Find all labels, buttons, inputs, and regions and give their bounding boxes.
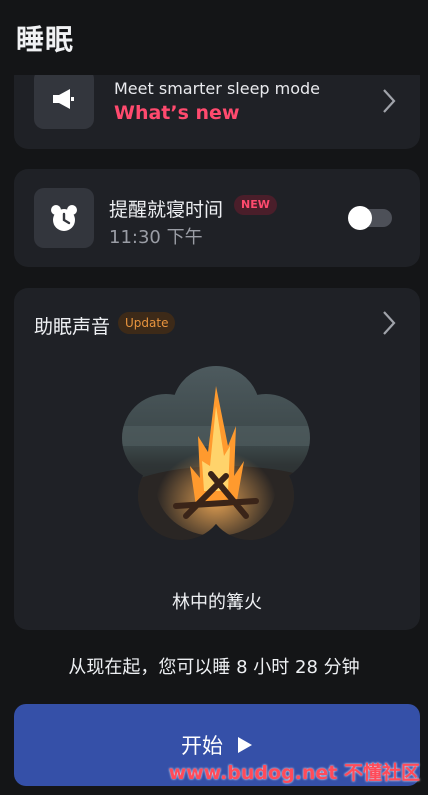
reminder-time: 11:30 下午 (109, 227, 203, 248)
reminder-toggle[interactable] (348, 206, 392, 230)
sleep-sound-card[interactable]: 助眠声音 Update 林中的篝火 (14, 288, 420, 630)
update-badge: Update (118, 312, 176, 334)
bedtime-reminder-card[interactable]: 提醒就寝时间 NEW 11:30 下午 (14, 169, 420, 267)
whats-new-link[interactable]: What’s new (114, 102, 240, 124)
promo-line1: Meet smarter sleep mode (114, 79, 321, 98)
play-icon (238, 737, 252, 753)
alarm-clock-bear-icon (51, 205, 77, 231)
page-title: 睡眠 (16, 23, 75, 56)
new-badge: NEW (234, 195, 277, 215)
megaphone-icon (53, 89, 74, 109)
watermark: www.budog.net 不懂社区 (168, 762, 420, 784)
whats-new-card[interactable]: Meet smarter sleep mode What’s new (14, 62, 420, 149)
sound-name: 林中的篝火 (172, 592, 262, 613)
campfire-artwork[interactable] (116, 366, 316, 546)
chevron-right-icon (383, 89, 396, 113)
toggle-knob (348, 206, 372, 230)
reminder-title: 提醒就寝时间 (109, 199, 224, 221)
sleep-page: Meet smarter sleep mode What’s new 睡眠 提醒… (0, 0, 428, 795)
sleep-duration-info: 从现在起，您可以睡 8 小时 28 分钟 (68, 657, 360, 678)
sound-title: 助眠声音 (34, 316, 111, 338)
chevron-right-icon (383, 311, 396, 335)
app-header: 睡眠 (0, 0, 428, 75)
alarm-icon-box (34, 188, 94, 248)
megaphone-icon-box (34, 69, 94, 129)
start-button-label: 开始 (181, 734, 223, 758)
